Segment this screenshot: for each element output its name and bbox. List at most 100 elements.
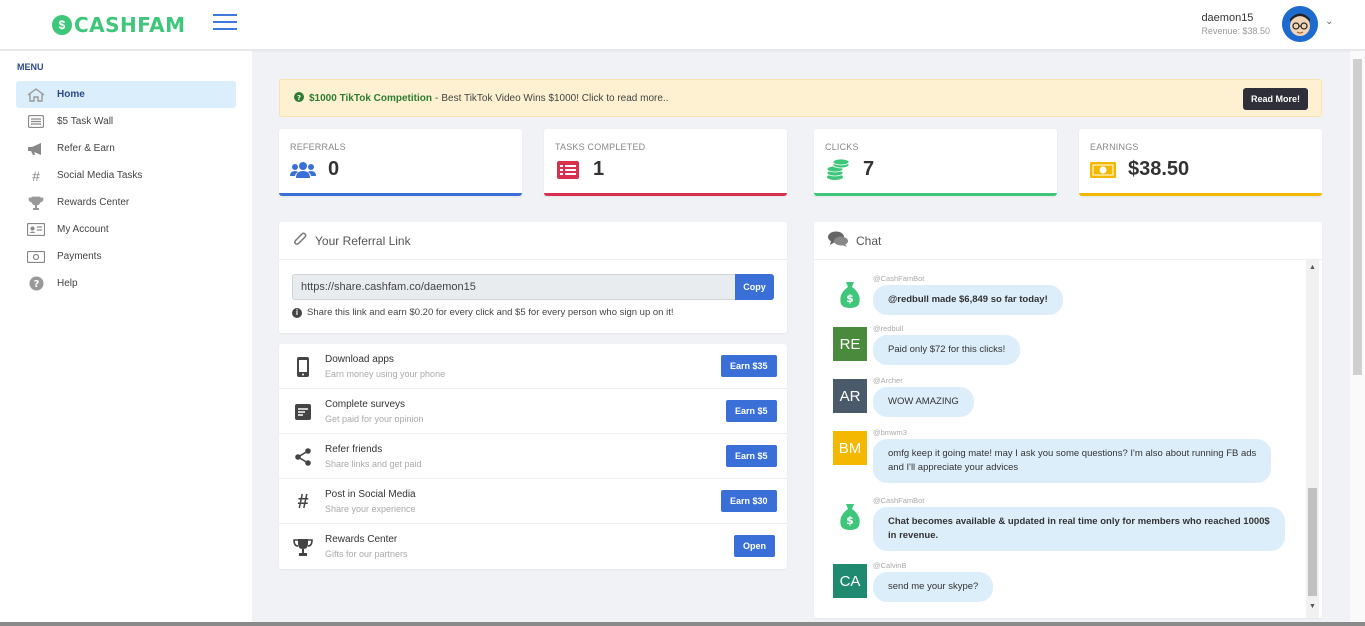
chat-avatar: RE — [833, 327, 867, 361]
sidebar-item-rewards[interactable]: Rewards Center — [16, 189, 236, 216]
chevron-down-icon[interactable]: ⌄ — [1325, 16, 1333, 27]
money-bill-icon — [1090, 160, 1116, 180]
task-title: Refer friends — [325, 444, 383, 455]
megaphone-icon — [26, 141, 46, 157]
sidebar-item-refer[interactable]: Refer & Earn — [16, 135, 236, 162]
open-rewards-button[interactable]: Open — [734, 535, 776, 557]
chat-bubble-line: Chat becomes available & updated in real… — [888, 516, 1270, 527]
sidebar-item-label: My Account — [57, 224, 109, 235]
banner-separator: - — [435, 92, 439, 104]
task-row: # Post in Social Media Share your experi… — [279, 479, 787, 524]
banner-text: Best TikTok Video Wins $1000! Click to r… — [441, 92, 669, 104]
sidebar-item-payments[interactable]: Payments — [16, 243, 236, 270]
copy-button[interactable]: Copy — [735, 274, 774, 300]
menu-label: MENU — [17, 62, 44, 72]
stat-accent-bar — [1079, 193, 1322, 196]
task-subtitle: Earn money using your phone — [325, 369, 446, 379]
chat-panel: Chat $ @CashFamBot @redbull made $6,849 … — [814, 222, 1322, 618]
read-more-button[interactable]: Read More! — [1242, 88, 1308, 110]
sidebar-item-help[interactable]: ? Help — [16, 270, 236, 297]
stat-accent-bar — [279, 193, 522, 196]
competition-banner[interactable]: ? $1000 TikTok Competition - Best TikTok… — [279, 79, 1322, 117]
svg-text:?: ? — [33, 279, 39, 290]
chat-bubble: WOW AMAZING — [873, 387, 974, 417]
bottom-edge — [0, 622, 1365, 626]
chat-username: @CashFamBot — [873, 274, 925, 283]
question-circle-icon: ? — [294, 91, 304, 105]
coins-icon — [825, 159, 851, 180]
referral-note-text: Share this link and earn $0.20 for every… — [307, 307, 674, 318]
logo[interactable]: $ CASHFAM — [52, 12, 186, 38]
scroll-up-arrow-icon[interactable]: ▲ — [1309, 264, 1316, 271]
earn-35-button[interactable]: Earn $35 — [721, 355, 777, 377]
task-subtitle: Get paid for your opinion — [325, 414, 424, 424]
sidebar-item-label: Social Media Tasks — [57, 170, 143, 181]
top-header: $ CASHFAM daemon15 Revenue: $38.50 ⌄ — [0, 0, 1365, 50]
svg-text:?: ? — [297, 94, 301, 102]
id-card-icon — [26, 222, 46, 238]
list-alt-icon — [555, 160, 581, 180]
chat-username: @CalvinB — [873, 561, 907, 570]
sidebar-item-task-wall[interactable]: $5 Task Wall — [16, 108, 236, 135]
sidebar-item-label: Payments — [57, 251, 102, 262]
chat-bubble: Chat becomes available & updated in real… — [873, 507, 1285, 551]
stat-card-clicks: CLICKS 7 — [814, 129, 1057, 196]
referral-link-input[interactable] — [292, 274, 735, 300]
info-icon: i — [292, 307, 302, 318]
money-icon — [26, 249, 46, 265]
stat-label: CLICKS — [825, 142, 859, 152]
chat-avatar-text: $ — [846, 292, 854, 305]
scroll-down-arrow-icon[interactable]: ▼ — [1309, 603, 1316, 610]
chat-scrollbar-thumb[interactable] — [1308, 488, 1317, 596]
page-scrollbar-thumb[interactable] — [1353, 59, 1362, 375]
logo-text: CASHFAM — [74, 13, 186, 37]
earn-5-refer-button[interactable]: Earn $5 — [726, 445, 777, 467]
user-info[interactable]: daemon15 Revenue: $38.50 — [1201, 12, 1270, 36]
chat-username: @redbull — [873, 324, 904, 333]
chat-bubble: @redbull made $6,849 so far today! — [873, 285, 1063, 315]
chat-avatar: AR — [833, 379, 867, 413]
task-row: Complete surveys Get paid for your opini… — [279, 389, 787, 434]
hashtag-icon: # — [297, 490, 309, 513]
sidebar-item-label: Rewards Center — [57, 197, 130, 208]
logo-coin-icon: $ — [52, 15, 72, 35]
chat-username: @Archer — [873, 376, 903, 385]
chat-bubble-line: and I'll appreciate your advices — [888, 462, 1019, 473]
user-avatar[interactable] — [1282, 6, 1318, 42]
referral-panel-title: Your Referral Link — [315, 233, 411, 248]
user-revenue: Revenue: $38.50 — [1201, 26, 1270, 36]
chat-messages[interactable]: $ @CashFamBot @redbull made $6,849 so fa… — [814, 260, 1322, 618]
task-subtitle: Share your experience — [325, 504, 416, 514]
earn-5-surveys-button[interactable]: Earn $5 — [726, 400, 777, 422]
username: daemon15 — [1201, 12, 1254, 24]
mobile-phone-icon — [293, 357, 313, 377]
sidebar-item-social[interactable]: # Social Media Tasks — [16, 162, 236, 189]
sidebar-item-home[interactable]: Home — [16, 81, 236, 108]
sidebar-item-label: Home — [57, 89, 85, 100]
task-title: Download apps — [325, 354, 394, 365]
chat-avatar: BM — [833, 431, 867, 465]
task-subtitle: Share links and get paid — [325, 459, 422, 469]
task-subtitle: Gifts for our partners — [325, 549, 408, 559]
earn-30-button[interactable]: Earn $30 — [721, 490, 777, 512]
chat-bubble-line: omfg keep it going mate! may I ask you s… — [888, 448, 1257, 459]
page-scrollbar[interactable] — [1350, 51, 1365, 626]
sidebar-item-account[interactable]: My Account — [16, 216, 236, 243]
stat-accent-bar — [544, 193, 787, 196]
stat-label: EARNINGS — [1090, 142, 1139, 152]
sidebar-item-label: $5 Task Wall — [57, 116, 114, 127]
chat-panel-title: Chat — [856, 233, 882, 248]
referral-panel: Your Referral Link Copy i Share this lin… — [279, 222, 787, 333]
chat-bubble: Paid only $72 for this clicks! — [873, 335, 1021, 365]
menu-toggle-icon[interactable] — [213, 14, 237, 32]
stat-card-referrals: REFERRALS 0 — [279, 129, 522, 196]
home-icon — [26, 87, 46, 103]
task-title: Complete surveys — [325, 399, 406, 410]
chat-bubble-line: in revenue. — [888, 530, 939, 541]
share-icon — [293, 447, 313, 467]
users-icon — [290, 160, 316, 180]
chat-scrollbar[interactable]: ▲ ▼ — [1306, 260, 1319, 618]
paperclip-icon — [293, 231, 307, 250]
help-icon: ? — [26, 276, 46, 292]
referral-panel-header: Your Referral Link — [279, 222, 787, 260]
